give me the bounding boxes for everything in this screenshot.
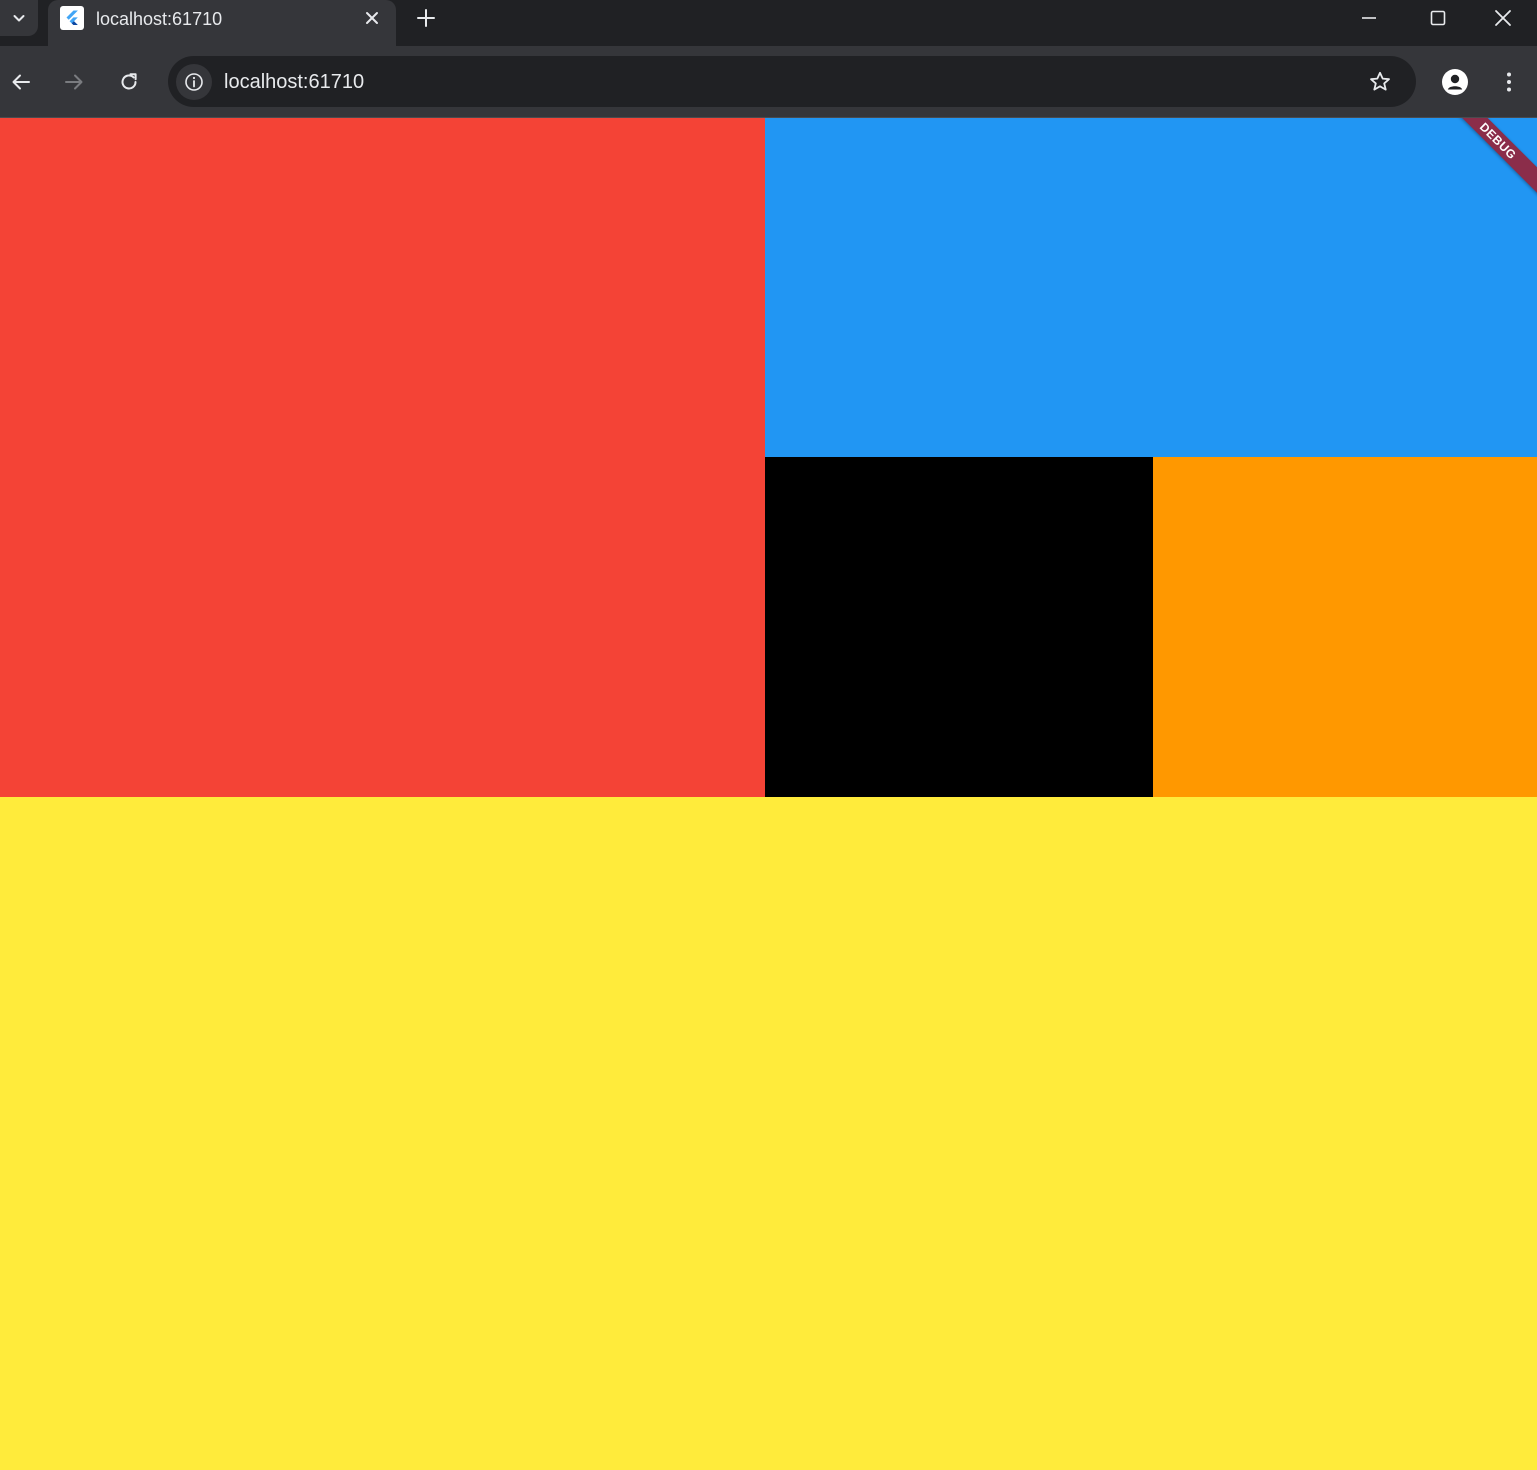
arrow-right-icon bbox=[65, 74, 83, 90]
flutter-icon bbox=[60, 6, 84, 30]
tab-search-button[interactable] bbox=[0, 0, 38, 36]
close-window-button[interactable] bbox=[1469, 0, 1537, 36]
profile-button[interactable] bbox=[1437, 64, 1473, 100]
tab-title: localhost:61710 bbox=[96, 9, 223, 29]
black-block bbox=[765, 457, 1153, 797]
reload-icon bbox=[121, 73, 137, 90]
red-block bbox=[0, 118, 765, 797]
maximize-button[interactable] bbox=[1404, 0, 1472, 36]
new-tab-button[interactable] bbox=[412, 5, 440, 31]
plus-icon bbox=[417, 9, 435, 27]
browser-menu-button[interactable] bbox=[1491, 64, 1527, 100]
yellow-block bbox=[0, 797, 1537, 1470]
tab-strip: localhost:61710 bbox=[0, 0, 1537, 46]
url-text[interactable]: localhost:61710 bbox=[224, 70, 364, 94]
info-icon bbox=[185, 73, 203, 91]
page-viewport: DEBUG bbox=[0, 118, 1537, 1470]
arrow-left-icon bbox=[12, 74, 30, 90]
blue-block bbox=[765, 118, 1537, 457]
tab-close-button[interactable] bbox=[360, 6, 384, 30]
close-icon bbox=[366, 12, 378, 24]
close-icon bbox=[1495, 10, 1511, 26]
orange-block bbox=[1153, 457, 1537, 797]
star-icon bbox=[1370, 71, 1390, 91]
forward-button[interactable] bbox=[56, 64, 92, 100]
minimize-button[interactable] bbox=[1335, 0, 1403, 36]
active-tab[interactable]: localhost:61710 bbox=[48, 0, 396, 46]
reload-button[interactable] bbox=[111, 64, 147, 100]
more-vertical-icon bbox=[1507, 72, 1511, 92]
bookmark-button[interactable] bbox=[1362, 64, 1398, 100]
profile-icon bbox=[1442, 69, 1468, 95]
back-button[interactable] bbox=[3, 64, 39, 100]
maximize-icon bbox=[1430, 10, 1446, 26]
browser-toolbar: localhost:61710 bbox=[0, 46, 1537, 117]
minimize-icon bbox=[1362, 17, 1376, 19]
address-bar[interactable]: localhost:61710 bbox=[168, 56, 1416, 107]
site-info-button[interactable] bbox=[176, 64, 212, 100]
chevron-down-icon bbox=[13, 15, 25, 22]
